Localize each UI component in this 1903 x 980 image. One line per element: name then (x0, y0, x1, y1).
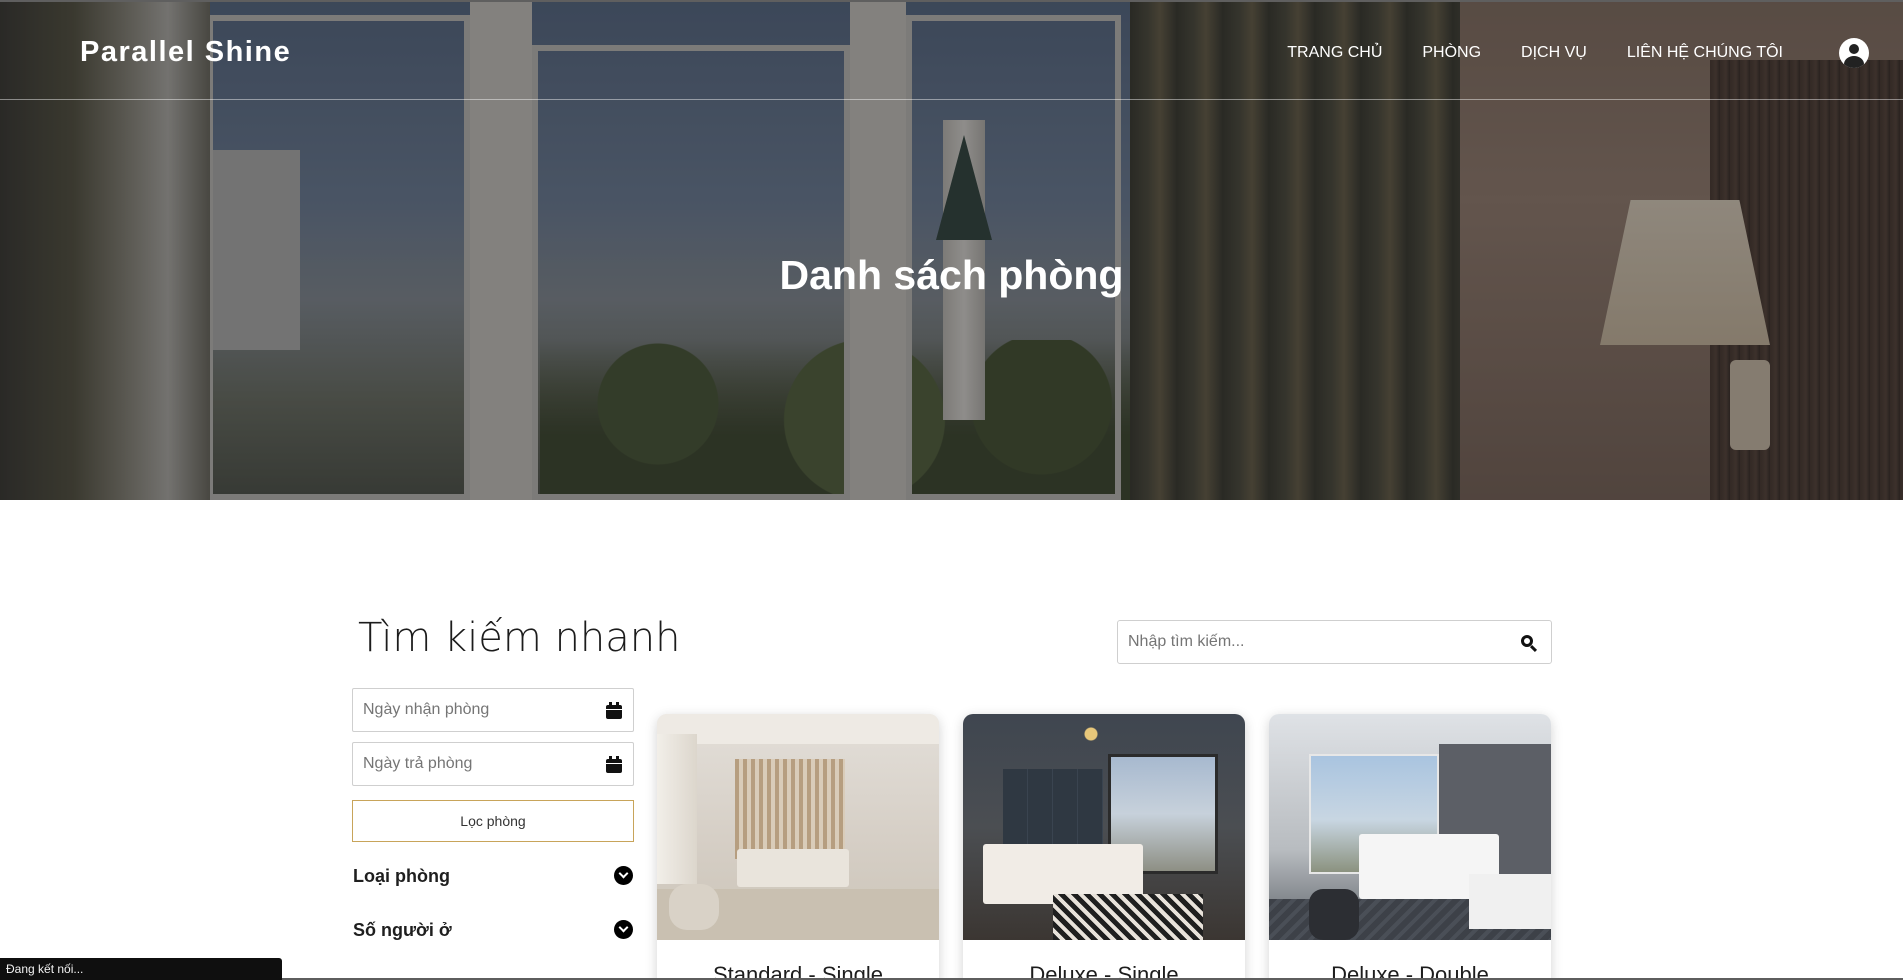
room-image[interactable] (963, 714, 1245, 940)
checkin-date-input[interactable] (353, 689, 633, 731)
checkout-date-field[interactable] (352, 742, 634, 786)
nav-link-home[interactable]: TRANG CHỦ (1287, 44, 1382, 62)
quick-search-title: Tìm kiếm nhanh (358, 615, 681, 661)
filter-rooms-button[interactable]: Lọc phòng (352, 800, 634, 842)
search-icon[interactable] (1521, 635, 1538, 653)
room-card[interactable]: Deluxe - Single (963, 714, 1245, 980)
chevron-down-icon[interactable] (614, 866, 633, 885)
brand-logo[interactable]: Parallel Shine (80, 36, 291, 69)
guests-label: Số người ở (353, 920, 452, 940)
user-icon-body (1844, 56, 1864, 68)
checkin-date-field[interactable] (352, 688, 634, 732)
guests-accordion[interactable]: Số người ở (353, 916, 633, 944)
room-card[interactable]: Deluxe - Double (1269, 714, 1551, 980)
nav-link-rooms[interactable]: PHÒNG (1422, 44, 1481, 62)
nav-menu: TRANG CHỦ PHÒNG DỊCH VỤ LIÊN HỆ CHÚNG TÔ… (1287, 44, 1783, 62)
nav-link-contact[interactable]: LIÊN HỆ CHÚNG TÔI (1627, 44, 1783, 62)
room-image[interactable] (1269, 714, 1551, 940)
user-account-icon[interactable] (1839, 38, 1869, 68)
navbar: Parallel Shine TRANG CHỦ PHÒNG DỊCH VỤ L… (0, 0, 1903, 100)
search-input[interactable] (1118, 621, 1551, 663)
room-type-accordion[interactable]: Loại phòng (353, 862, 633, 890)
calendar-icon[interactable] (606, 756, 622, 773)
nav-link-services[interactable]: DỊCH VỤ (1521, 44, 1587, 62)
hero-banner: Parallel Shine TRANG CHỦ PHÒNG DỊCH VỤ L… (0, 0, 1903, 500)
room-card[interactable]: Standard - Single (657, 714, 939, 980)
room-type-label: Loại phòng (353, 866, 450, 886)
user-icon-head (1849, 44, 1859, 54)
checkout-date-input[interactable] (353, 743, 633, 785)
browser-status-bar: Đang kết nối... (0, 958, 282, 980)
calendar-icon[interactable] (606, 702, 622, 719)
search-box[interactable] (1117, 620, 1552, 664)
page-title: Danh sách phòng (779, 252, 1124, 298)
room-image[interactable] (657, 714, 939, 940)
chevron-down-icon[interactable] (614, 920, 633, 939)
